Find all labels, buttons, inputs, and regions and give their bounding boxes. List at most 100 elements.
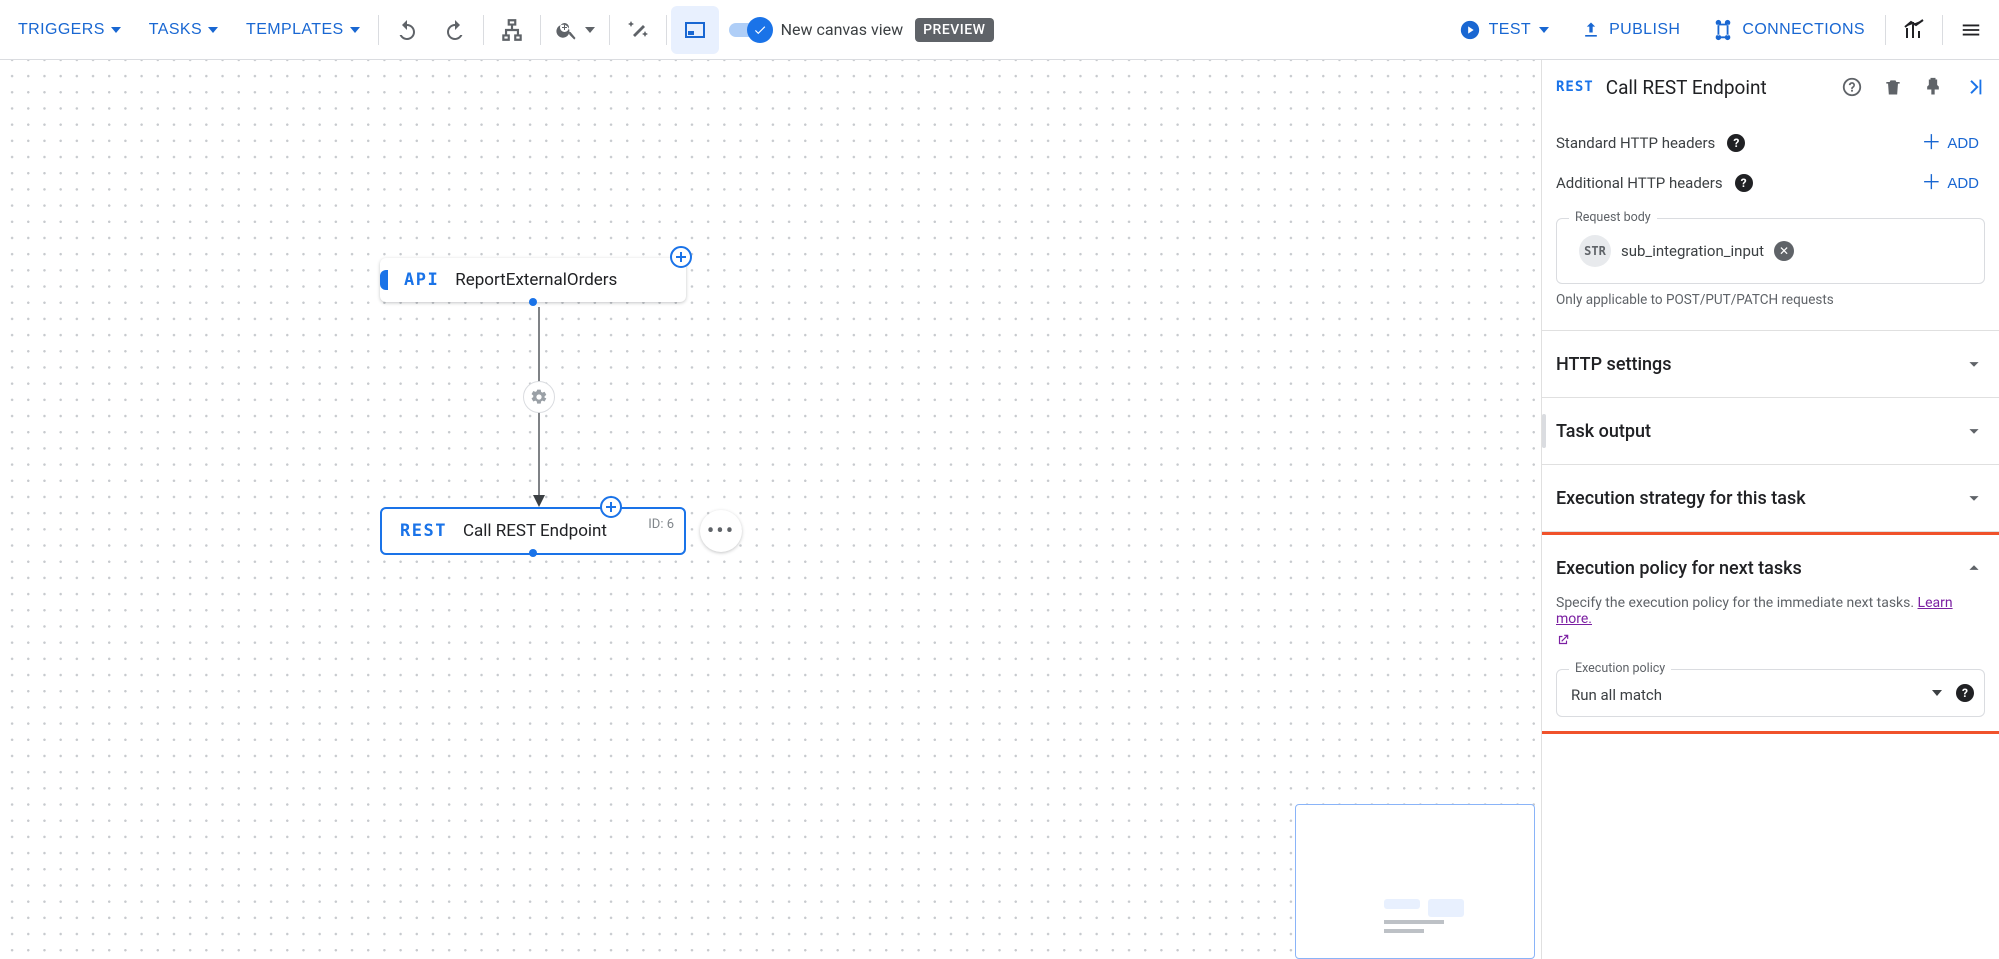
toolbar-separator [1942, 15, 1943, 45]
tasks-menu[interactable]: TASKS [135, 8, 232, 52]
node-type-label: REST [400, 521, 447, 541]
gear-icon [530, 388, 548, 406]
plus-icon: ＋ [1921, 133, 1941, 153]
task-output-label: Task output [1556, 421, 1651, 442]
request-body-field[interactable]: Request body STR sub_integration_input ✕ [1556, 218, 1985, 284]
pin-button[interactable] [1923, 76, 1943, 98]
standard-headers-label: Standard HTTP headers [1556, 134, 1715, 152]
menu-icon [1960, 19, 1982, 41]
node-more-button[interactable]: ••• [700, 510, 742, 552]
canvas-view-toggle: New canvas view PREVIEW [719, 18, 1004, 42]
add-label: ADD [1947, 175, 1979, 192]
help-button[interactable] [1841, 76, 1863, 98]
toolbar-separator [1885, 15, 1886, 45]
node-port[interactable] [529, 549, 537, 557]
test-button[interactable]: TEST [1443, 8, 1566, 52]
edge-settings-button[interactable] [523, 381, 555, 413]
toolbar-separator [666, 15, 667, 45]
exec-strategy-label: Execution strategy for this task [1556, 488, 1806, 509]
help-icon [1841, 76, 1863, 98]
http-settings-header[interactable]: HTTP settings [1542, 331, 1999, 397]
workspace: API ReportExternalOrders REST Call REST … [0, 60, 1999, 959]
connections-icon [1712, 19, 1734, 41]
zoom-button[interactable] [545, 6, 605, 54]
toolbar-separator [540, 15, 541, 45]
collapse-panel-button[interactable] [1963, 76, 1985, 98]
additional-headers-row: Additional HTTP headers? ＋ADD [1542, 172, 1999, 212]
hierarchy-icon [499, 17, 525, 43]
canvas-view-label: New canvas view [781, 20, 904, 39]
request-body-helper: Only applicable to POST/PUT/PATCH reques… [1556, 292, 1985, 308]
string-type-badge: STR [1579, 235, 1611, 267]
exec-strategy-header[interactable]: Execution strategy for this task [1542, 465, 1999, 531]
exec-policy-header[interactable]: Execution policy for next tasks [1556, 549, 1985, 595]
exec-policy-desc-text: Specify the execution policy for the imm… [1556, 595, 1918, 611]
undo-button[interactable] [383, 6, 431, 54]
toolbar: TRIGGERS TASKS TEMPLATES New canvas view… [0, 0, 1999, 60]
standard-headers-row: Standard HTTP headers? ＋ ADD [1542, 114, 1999, 172]
upload-icon [1581, 20, 1601, 40]
section-exec-strategy: Execution strategy for this task [1542, 464, 1999, 532]
chart-icon [1902, 18, 1926, 42]
trash-icon [1883, 77, 1903, 97]
toolbar-separator [378, 15, 379, 45]
section-task-output: Task output [1542, 397, 1999, 465]
chip-text: sub_integration_input [1621, 242, 1764, 260]
pin-icon [1923, 77, 1943, 97]
exec-policy-section: Execution policy for next tasks Specify … [1541, 532, 1999, 734]
chevron-down-icon [111, 27, 121, 33]
task-output-header[interactable]: Task output [1542, 398, 1999, 464]
canvas-view-switch[interactable] [729, 19, 769, 41]
layout-button[interactable] [488, 6, 536, 54]
node-port[interactable] [529, 298, 537, 306]
help-icon[interactable]: ? [1956, 684, 1974, 702]
collapse-right-icon [1963, 76, 1985, 98]
section-http-settings: HTTP settings [1542, 330, 1999, 398]
chevron-down-icon [1963, 353, 1985, 375]
panel-header: REST Call REST Endpoint [1542, 60, 1999, 114]
preview-pill: PREVIEW [915, 18, 993, 42]
chevron-down-icon [350, 27, 360, 33]
delete-button[interactable] [1883, 76, 1903, 98]
add-label: ADD [1947, 135, 1979, 152]
chevron-down-icon [208, 27, 218, 33]
node-type-label: API [404, 270, 439, 290]
add-standard-header-button[interactable]: ＋ ADD [1915, 132, 1985, 154]
metrics-button[interactable] [1890, 6, 1938, 54]
add-node-icon[interactable] [670, 246, 692, 268]
connections-button[interactable]: CONNECTIONS [1696, 8, 1881, 52]
panel-title: Call REST Endpoint [1606, 76, 1767, 99]
triggers-menu[interactable]: TRIGGERS [4, 8, 135, 52]
exec-policy-desc: Specify the execution policy for the imm… [1556, 595, 1985, 627]
node-accent [380, 270, 388, 290]
exec-policy-select-legend: Execution policy [1569, 661, 1671, 676]
node-id: ID: 6 [648, 517, 674, 532]
chevron-up-icon [1963, 557, 1985, 579]
canvas[interactable]: API ReportExternalOrders REST Call REST … [0, 60, 1541, 959]
minimap[interactable] [1295, 804, 1535, 959]
connections-label: CONNECTIONS [1742, 21, 1865, 39]
exec-policy-title: Execution policy for next tasks [1556, 558, 1802, 579]
redo-button[interactable] [431, 6, 479, 54]
undo-icon [395, 18, 419, 42]
redo-icon [443, 18, 467, 42]
task-config-panel: REST Call REST Endpoint Standard HTTP he… [1541, 60, 1999, 959]
exec-policy-select[interactable]: Execution policy Run all match ? [1556, 669, 1985, 717]
magic-button[interactable] [614, 6, 662, 54]
publish-button[interactable]: PUBLISH [1565, 8, 1696, 52]
wand-icon [626, 18, 650, 42]
play-circle-icon [1459, 19, 1481, 41]
help-icon[interactable]: ? [1735, 174, 1753, 192]
add-additional-header-button[interactable]: ＋ ADD [1915, 172, 1985, 194]
add-node-icon[interactable] [600, 496, 622, 518]
templates-menu[interactable]: TEMPLATES [232, 8, 374, 52]
minimap-toggle[interactable] [671, 6, 719, 54]
more-menu-button[interactable] [1947, 6, 1995, 54]
minimap-icon [683, 18, 707, 42]
trigger-node[interactable]: API ReportExternalOrders [380, 258, 686, 302]
toolbar-separator [483, 15, 484, 45]
plus-icon: ＋ [1921, 173, 1941, 193]
help-icon[interactable]: ? [1727, 134, 1745, 152]
remove-chip-button[interactable]: ✕ [1774, 241, 1794, 261]
task-node-selected[interactable]: REST Call REST Endpoint ID: 6 [380, 507, 686, 555]
